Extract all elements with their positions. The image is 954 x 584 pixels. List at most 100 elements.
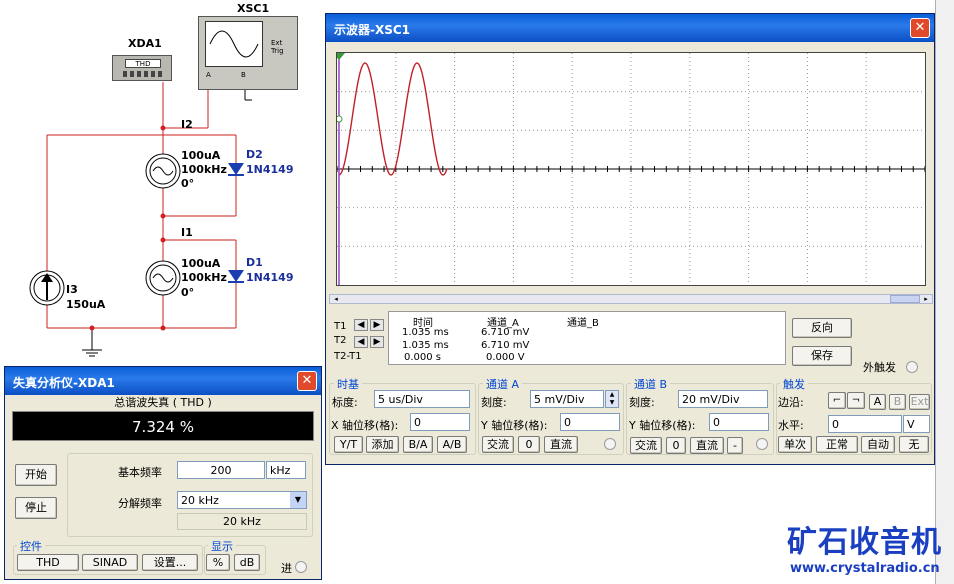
channel-b-zero-button[interactable]: 0 xyxy=(666,437,686,454)
scope-close-button[interactable]: ✕ xyxy=(910,18,930,38)
trigger-normal-button[interactable]: 正常 xyxy=(816,436,858,453)
display-title: 显示 xyxy=(208,538,236,554)
channel-b-radio[interactable] xyxy=(756,438,768,450)
dt-cha: 0.000 V xyxy=(486,352,525,363)
thd-header: 总谐波失真 ( THD ) xyxy=(114,396,212,409)
distortion-titlebar[interactable]: 失真分析仪-XDA1 ✕ xyxy=(5,367,321,395)
add-button[interactable]: 添加 xyxy=(366,436,399,453)
fund-freq-unit[interactable]: kHz xyxy=(266,461,306,479)
ab-button[interactable]: A/B xyxy=(437,436,467,453)
reverse-button[interactable]: 反向 xyxy=(792,318,852,338)
chevron-down-icon[interactable]: ▼ xyxy=(290,492,306,508)
yt-button[interactable]: Y/T xyxy=(334,436,363,453)
timebase-scale-label: 标度: xyxy=(332,396,358,409)
src-top-phase: 0° xyxy=(181,177,195,190)
trigger-b-button[interactable]: B xyxy=(889,394,906,410)
scroll-left-icon[interactable]: ◂ xyxy=(330,295,342,303)
channel-a-spinner-icon[interactable]: ▲ ▼ xyxy=(605,390,619,408)
start-button[interactable]: 开始 xyxy=(15,464,57,486)
scope-titlebar[interactable]: 示波器-XSC1 ✕ xyxy=(326,14,934,42)
channel-b-title: 通道 B xyxy=(631,376,671,392)
resolution-readout: 20 kHz xyxy=(177,513,307,530)
diode-d1-label: D1 xyxy=(246,256,263,269)
channel-a-scale-field[interactable]: 5 mV/Div xyxy=(530,390,604,408)
xda-instrument[interactable]: THD xyxy=(112,55,172,81)
trigger-title: 触发 xyxy=(780,376,808,392)
enter-terminal[interactable] xyxy=(295,561,307,573)
save-button[interactable]: 保存 xyxy=(792,346,852,366)
channel-a-zero-button[interactable]: 0 xyxy=(518,436,540,453)
scope-scrollbar[interactable]: ◂ ▸ xyxy=(329,294,933,304)
src-bot-phase: 0° xyxy=(181,286,195,299)
cursor-readout-panel: 时间 通道_A 通道_B 1.035 ms 6.710 mV 1.035 ms … xyxy=(388,311,786,365)
sinad-button[interactable]: SINAD xyxy=(82,554,138,571)
schematic-area: XDA1 THD XSC1 Ext Trig A B I2 I1 100uA 1… xyxy=(0,0,325,365)
thd-button[interactable]: THD xyxy=(17,554,79,571)
t1-left-arrow-icon[interactable]: ◀ xyxy=(354,319,368,331)
channel-a-ypos-label: Y 轴位移(格): xyxy=(481,419,548,432)
src-bot-freq: 100kHz xyxy=(181,271,227,284)
trigger-a-button[interactable]: A xyxy=(869,394,886,410)
channel-b-scale-field[interactable]: 20 mV/Div xyxy=(678,390,768,408)
falling-edge-icon[interactable]: ¬ xyxy=(847,392,865,409)
trigger-auto-button[interactable]: 自动 xyxy=(861,436,895,453)
enter-label: 进 xyxy=(281,562,292,575)
thd-display: 7.324 % xyxy=(12,411,314,441)
src-bot-amp: 100uA xyxy=(181,257,221,270)
fund-freq-label: 基本频率 xyxy=(118,466,162,479)
trigger-single-button[interactable]: 单次 xyxy=(778,436,812,453)
ba-button[interactable]: B/A xyxy=(403,436,433,453)
trigger-level-unit[interactable]: V xyxy=(903,415,930,433)
trigger-level-field[interactable]: 0 xyxy=(828,415,902,433)
xsc-mini-wave xyxy=(209,30,259,58)
xsc-b-label: B xyxy=(241,71,246,79)
scope-graticule xyxy=(337,53,925,285)
src-top-amp: 100uA xyxy=(181,149,221,162)
timebase-title: 时基 xyxy=(334,376,362,392)
ext-trig-label: 外触发 xyxy=(863,361,896,374)
trigger-none-button[interactable]: 无 xyxy=(899,436,929,453)
channel-b-ypos-field[interactable]: 0 xyxy=(709,413,769,431)
fund-freq-field[interactable]: 200 xyxy=(177,461,265,479)
timebase-scale-field[interactable]: 5 us/Div xyxy=(374,390,470,408)
t2-left-arrow-icon[interactable]: ◀ xyxy=(354,336,368,348)
channel-b-dc-button[interactable]: 直流 xyxy=(690,437,724,454)
channel-a-ac-button[interactable]: 交流 xyxy=(482,436,514,453)
channel-b-ypos-label: Y 轴位移(格): xyxy=(629,419,696,432)
cursor-marker-icon xyxy=(337,53,345,60)
watermark-url: www.crystalradio.cn xyxy=(790,561,940,576)
trigger-edge-label: 边沿: xyxy=(778,396,804,409)
trigger-ext-button[interactable]: Ext xyxy=(909,394,930,410)
rising-edge-icon[interactable]: ⌐ xyxy=(828,392,846,409)
t2-right-arrow-icon[interactable]: ▶ xyxy=(370,336,384,348)
stop-button[interactable]: 停止 xyxy=(15,497,57,519)
scroll-right-icon[interactable]: ▸ xyxy=(920,295,932,303)
percent-button[interactable]: % xyxy=(206,554,230,571)
channel-a-radio[interactable] xyxy=(604,438,616,450)
channel-a-dc-button[interactable]: 直流 xyxy=(544,436,578,453)
channel-b-ac-button[interactable]: 交流 xyxy=(630,437,662,454)
xsc-instrument[interactable]: Ext Trig A B xyxy=(198,16,298,90)
timebase-xpos-label: X 轴位移(格): xyxy=(331,419,399,432)
resolution-select[interactable]: 20 kHz ▼ xyxy=(177,491,307,509)
hdr-chb: 通道_B xyxy=(567,318,599,329)
trigger-level-label: 水平: xyxy=(778,419,804,432)
xda-keys xyxy=(123,71,163,77)
timebase-xpos-field[interactable]: 0 xyxy=(410,413,470,431)
channel-a-title: 通道 A xyxy=(483,376,523,392)
db-button[interactable]: dB xyxy=(234,554,260,571)
xsc-ext-label: Ext Trig xyxy=(271,39,284,55)
channel-a-ypos-field[interactable]: 0 xyxy=(560,413,620,431)
ext-trig-terminal[interactable] xyxy=(906,361,918,373)
cursor-dot xyxy=(337,115,343,123)
channel-b-minus-button[interactable]: - xyxy=(727,437,743,454)
distortion-close-button[interactable]: ✕ xyxy=(297,371,317,391)
t1-right-arrow-icon[interactable]: ▶ xyxy=(370,319,384,331)
xsc-label: XSC1 xyxy=(237,2,270,15)
xda-screen: THD xyxy=(125,59,161,68)
src-i3-value: 150uA xyxy=(66,298,106,311)
resolution-value: 20 kHz xyxy=(181,494,219,507)
scroll-thumb[interactable] xyxy=(890,295,920,303)
settings-button[interactable]: 设置... xyxy=(142,554,198,571)
xda-label: XDA1 xyxy=(128,37,162,50)
